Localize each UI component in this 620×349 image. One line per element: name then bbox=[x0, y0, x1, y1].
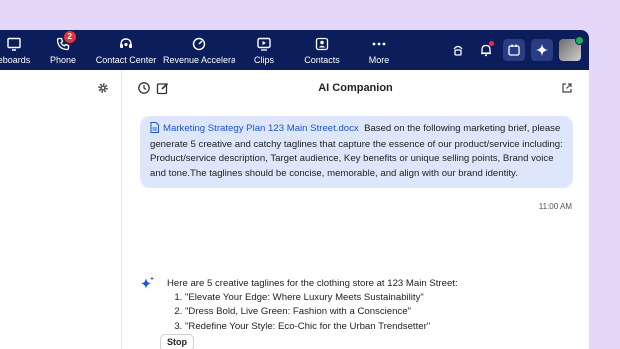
nav-label-revenue-accelerator: Revenue Accelera bbox=[163, 55, 235, 65]
broadcast-icon bbox=[453, 45, 463, 56]
chat-title: AI Companion bbox=[318, 82, 393, 94]
nav-item-whiteboards[interactable]: eboards bbox=[0, 36, 36, 65]
app-window: eboards 2 Phone Contact Center Revenue A… bbox=[0, 30, 589, 349]
nav-label-whiteboards: eboards bbox=[0, 55, 31, 65]
contacts-icon bbox=[300, 36, 344, 52]
document-icon bbox=[150, 122, 159, 138]
settings-gear-icon[interactable] bbox=[97, 81, 109, 99]
ai-sparkle-icon bbox=[140, 276, 155, 296]
message-timestamp: 11:00 AM bbox=[538, 202, 572, 211]
left-panel bbox=[0, 70, 122, 349]
ai-response: Here are 5 creative taglines for the clo… bbox=[167, 277, 458, 334]
apps-icon bbox=[508, 44, 520, 56]
nav-item-revenue-accelerator[interactable]: Revenue Accelera bbox=[163, 36, 235, 65]
phone-icon: 2 bbox=[44, 31, 82, 52]
nav-item-contacts[interactable]: Contacts bbox=[300, 36, 344, 65]
nav-item-more[interactable]: More bbox=[362, 36, 396, 65]
stop-button[interactable]: Stop bbox=[160, 334, 194, 349]
tagline-item: "Elevate Your Edge: Where Luxury Meets S… bbox=[185, 291, 458, 305]
top-nav-bar: eboards 2 Phone Contact Center Revenue A… bbox=[0, 30, 589, 70]
apps-button[interactable] bbox=[503, 39, 525, 61]
chat-header: AI Companion bbox=[122, 70, 589, 108]
whiteboard-icon bbox=[0, 36, 36, 52]
nav-label-clips: Clips bbox=[253, 55, 274, 65]
top-right-controls bbox=[441, 36, 584, 61]
revenue-accelerator-icon bbox=[163, 36, 235, 52]
ai-companion-panel: AI Companion Marketing Strategy Plan 123… bbox=[122, 70, 589, 349]
ai-companion-button[interactable] bbox=[531, 39, 553, 61]
tagline-item: "Redefine Your Style: Eco-Chic for the U… bbox=[185, 320, 458, 334]
contact-center-icon bbox=[94, 36, 158, 52]
tagline-item: "Dress Bold, Live Green: Fashion with a … bbox=[185, 305, 458, 319]
clips-icon bbox=[248, 36, 280, 52]
nav-item-contact-center[interactable]: Contact Center bbox=[94, 36, 158, 65]
nav-item-phone[interactable]: 2 Phone bbox=[44, 31, 82, 65]
more-icon bbox=[362, 36, 396, 52]
ai-sparkle-icon bbox=[536, 44, 548, 56]
nav-label-more: More bbox=[368, 55, 390, 65]
phone-badge: 2 bbox=[63, 31, 76, 43]
notifications-button[interactable] bbox=[475, 39, 497, 61]
nav-label-contacts: Contacts bbox=[304, 55, 340, 65]
attachment-link[interactable]: Marketing Strategy Plan 123 Main Street.… bbox=[163, 123, 359, 134]
online-status-dot bbox=[575, 36, 584, 45]
nav-label-contact-center: Contact Center bbox=[95, 55, 157, 65]
nav-item-clips[interactable]: Clips bbox=[248, 36, 280, 65]
nav-label-phone: Phone bbox=[49, 55, 77, 65]
tagline-list: "Elevate Your Edge: Where Luxury Meets S… bbox=[167, 291, 458, 334]
notification-dot bbox=[489, 41, 494, 46]
user-avatar[interactable] bbox=[559, 36, 584, 61]
presence-button[interactable] bbox=[447, 39, 469, 61]
user-message-bubble: Marketing Strategy Plan 123 Main Street.… bbox=[140, 116, 573, 188]
ai-response-intro: Here are 5 creative taglines for the clo… bbox=[167, 278, 458, 289]
open-external-icon[interactable] bbox=[561, 81, 573, 99]
